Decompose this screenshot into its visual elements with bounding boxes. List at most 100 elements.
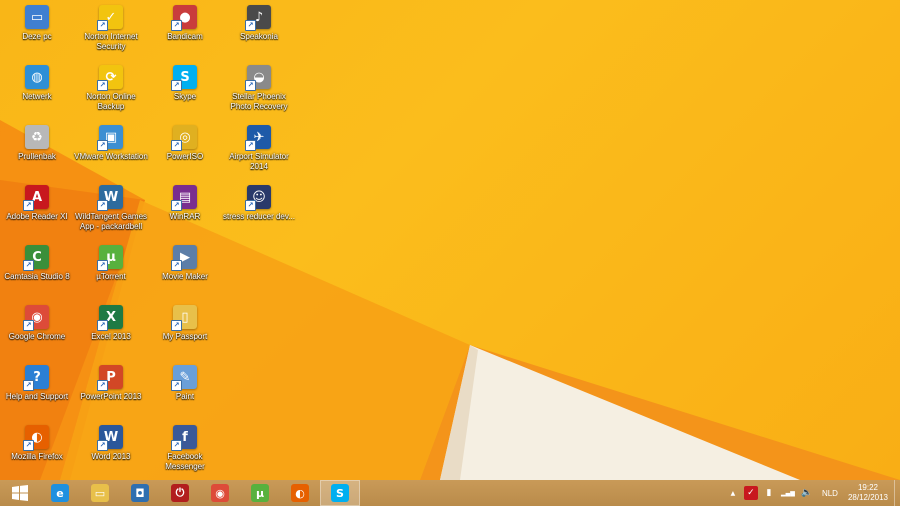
- desktop-shortcut-label: PowerPoint 2013: [80, 392, 142, 401]
- desktop-shortcut[interactable]: ◉ ↗ Google Chrome: [0, 305, 74, 342]
- desktop-shortcut-label: Netwerk: [22, 92, 52, 101]
- norton-backup-icon: ⟳ ↗: [97, 65, 123, 91]
- desktop-shortcut[interactable]: S ↗ Skype: [148, 65, 222, 102]
- shortcut-arrow-icon: ↗: [245, 20, 256, 31]
- desktop-shortcut[interactable]: ? ↗ Help and Support: [0, 365, 74, 402]
- desktop-shortcut-label: Google Chrome: [8, 332, 66, 341]
- excel-icon: X ↗: [97, 305, 123, 331]
- desktop-shortcut[interactable]: ♻ Prullenbak: [0, 125, 74, 162]
- taskbar-firefox-button[interactable]: ◐: [280, 480, 320, 506]
- volume-icon[interactable]: 🔈: [800, 486, 814, 500]
- desktop-shortcut[interactable]: ♪ ↗ Speakonia: [222, 5, 296, 42]
- desktop-shortcut[interactable]: X ↗ Excel 2013: [74, 305, 148, 342]
- firefox-icon: ◐ ↗: [23, 425, 49, 451]
- desktop-shortcut[interactable]: ▯ ↗ My Passport: [148, 305, 222, 342]
- file-explorer-icon: ▭: [91, 484, 109, 502]
- taskbar-file-explorer-button[interactable]: ▭: [80, 480, 120, 506]
- desktop-shortcut[interactable]: ▣ ↗ VMware Workstation: [74, 125, 148, 162]
- shortcut-arrow-icon: ↗: [245, 140, 256, 151]
- start-button[interactable]: [0, 480, 40, 506]
- help-icon: ? ↗: [23, 365, 49, 391]
- utorrent-icon: µ: [251, 484, 269, 502]
- desktop-shortcut-label: Movie Maker: [162, 272, 208, 281]
- desktop-shortcut-label: Word 2013: [91, 452, 131, 461]
- desktop-shortcut[interactable]: ◒ ↗ Stellar Phoenix Photo Recovery: [222, 65, 296, 112]
- taskbar-internet-explorer-button[interactable]: e: [40, 480, 80, 506]
- desktop-shortcut-label: Adobe Reader XI: [6, 212, 68, 221]
- desktop-shortcut[interactable]: ▶ ↗ Movie Maker: [148, 245, 222, 282]
- clock-time: 19:22: [857, 483, 878, 492]
- vmware-icon: ▣ ↗: [97, 125, 123, 151]
- system-tray: ▲ ✓ ▮ ▂▄▆ 🔈 NLD 19:22 28/12/2013: [724, 480, 900, 506]
- chrome-icon: ◉ ↗: [23, 305, 49, 331]
- desktop-shortcut[interactable]: µ ↗ µTorrent: [74, 245, 148, 282]
- powerpoint-icon: P ↗: [97, 365, 123, 391]
- tray-icons: ▲ ✓ ▮ ▂▄▆ 🔈: [724, 486, 816, 500]
- shortcut-arrow-icon: ↗: [171, 80, 182, 91]
- shortcut-arrow-icon: ↗: [97, 320, 108, 331]
- desktop-shortcut[interactable]: ✎ ↗ Paint: [148, 365, 222, 402]
- desktop-shortcut[interactable]: ● ↗ Bandicam: [148, 5, 222, 42]
- desktop-shortcut-label: PowerISO: [166, 152, 204, 161]
- adobe-reader-icon: A ↗: [23, 185, 49, 211]
- taskbar-skype-button[interactable]: S: [320, 480, 360, 506]
- shortcut-arrow-icon: ↗: [171, 20, 182, 31]
- desktop[interactable]: ▭ Deze pc ◍ Netwerk ♻ Prullenbak A ↗ Adobe Reade…: [0, 0, 900, 480]
- desktop-shortcut[interactable]: P ↗ PowerPoint 2013: [74, 365, 148, 402]
- desktop-shortcut-label: Speakonia: [240, 32, 278, 41]
- chrome-icon: ◉: [211, 484, 229, 502]
- stress-reducer-icon: ☺ ↗: [245, 185, 271, 211]
- desktop-shortcut[interactable]: ☺ ↗ stress reducer dev...: [222, 185, 296, 222]
- clock[interactable]: 19:22 28/12/2013: [848, 483, 888, 503]
- show-desktop-button[interactable]: [894, 480, 900, 506]
- desktop-shortcut-label: µTorrent: [96, 272, 126, 281]
- shortcut-arrow-icon: ↗: [97, 260, 108, 271]
- shortcut-arrow-icon: ↗: [171, 200, 182, 211]
- airport-sim-icon: ✈ ↗: [245, 125, 271, 151]
- desktop-shortcut[interactable]: C ↗ Camtasia Studio 8: [0, 245, 74, 282]
- chevron-up-icon[interactable]: ▲: [726, 486, 740, 500]
- desktop-shortcut-label: Airport Simulator 2014: [229, 152, 289, 171]
- desktop-shortcut[interactable]: f ↗ Facebook Messenger: [148, 425, 222, 472]
- desktop-shortcut[interactable]: W ↗ WildTangent Games App - packardbell: [74, 185, 148, 232]
- shortcut-arrow-icon: ↗: [245, 200, 256, 211]
- taskbar-app-3-button[interactable]: ◘: [120, 480, 160, 506]
- desktop-shortcut-label: Help and Support: [5, 392, 69, 401]
- stellar-icon: ◒ ↗: [245, 65, 271, 91]
- desktop-shortcut[interactable]: ▭ Deze pc: [0, 5, 74, 42]
- desktop-shortcut-label: Stellar Phoenix Photo Recovery: [230, 92, 288, 111]
- skype-icon: S: [331, 484, 349, 502]
- bandicam-icon: ● ↗: [171, 5, 197, 31]
- winrar-icon: ▤ ↗: [171, 185, 197, 211]
- shortcut-arrow-icon: ↗: [23, 260, 34, 271]
- utorrent-icon: µ ↗: [97, 245, 123, 271]
- desktop-shortcut[interactable]: ⟳ ↗ Norton Online Backup: [74, 65, 148, 112]
- word-icon: W ↗: [97, 425, 123, 451]
- norton-tray-icon[interactable]: ✓: [743, 486, 758, 500]
- network-signal-icon[interactable]: ▂▄▆: [780, 486, 796, 500]
- clock-date: 28/12/2013: [847, 493, 888, 502]
- language-indicator[interactable]: NLD: [822, 489, 838, 498]
- battery-icon[interactable]: ▮: [762, 486, 776, 500]
- taskbar-utorrent-button[interactable]: µ: [240, 480, 280, 506]
- shortcut-arrow-icon: ↗: [171, 260, 182, 271]
- messenger-icon: f ↗: [171, 425, 197, 451]
- shortcut-arrow-icon: ↗: [23, 200, 34, 211]
- desktop-shortcut-label: WildTangent Games App - packardbell: [74, 212, 148, 231]
- taskbar-chrome-button[interactable]: ◉: [200, 480, 240, 506]
- shortcut-arrow-icon: ↗: [97, 200, 108, 211]
- desktop-shortcut[interactable]: ◎ ↗ PowerISO: [148, 125, 222, 162]
- desktop-shortcut[interactable]: ▤ ↗ WinRAR: [148, 185, 222, 222]
- taskbar-power-app-button[interactable]: ⏻: [160, 480, 200, 506]
- desktop-shortcut[interactable]: ✓ ↗ Norton Internet Security: [74, 5, 148, 52]
- desktop-shortcut[interactable]: W ↗ Word 2013: [74, 425, 148, 462]
- desktop-shortcut[interactable]: ◍ Netwerk: [0, 65, 74, 102]
- desktop-icon-grid: ▭ Deze pc ◍ Netwerk ♻ Prullenbak A ↗ Adobe Reade…: [0, 0, 900, 480]
- desktop-shortcut[interactable]: ◐ ↗ Mozilla Firefox: [0, 425, 74, 462]
- desktop-shortcut[interactable]: A ↗ Adobe Reader XI: [0, 185, 74, 222]
- shortcut-arrow-icon: ↗: [97, 80, 108, 91]
- shortcut-arrow-icon: ↗: [23, 440, 34, 451]
- shortcut-arrow-icon: ↗: [97, 440, 108, 451]
- desktop-shortcut[interactable]: ✈ ↗ Airport Simulator 2014: [222, 125, 296, 172]
- shortcut-arrow-icon: ↗: [97, 140, 108, 151]
